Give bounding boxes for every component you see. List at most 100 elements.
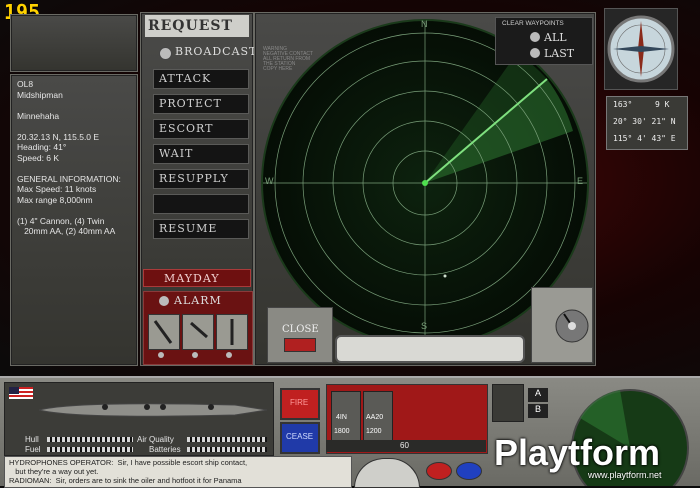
fire-label: FIRE	[290, 398, 309, 407]
compass-north: N	[421, 19, 428, 29]
request-button-escort[interactable]: ESCORT	[153, 119, 249, 139]
nav-readout: 163° 9 K 20° 30' 21" N 115° 4' 43" E	[606, 96, 688, 150]
fire-button[interactable]: FIRE	[280, 388, 320, 420]
message-log: HYDROPHONES OPERATOR: Sir, I have possib…	[4, 456, 352, 488]
alarm-slot-3[interactable]	[216, 314, 248, 350]
unit-info-line: Speed: 6 K	[17, 152, 60, 163]
red-knob-button[interactable]	[426, 462, 452, 480]
range-dial-icon	[555, 309, 589, 343]
log-line: but they're a way out yet.	[9, 467, 99, 476]
nav-speed: 9 K	[655, 100, 670, 109]
cease-button[interactable]: CEASE	[280, 422, 320, 454]
weapon-4in[interactable]: 4IN 1800	[331, 391, 361, 441]
fuel-label: Fuel	[25, 445, 41, 454]
unit-portrait-panel	[10, 14, 138, 72]
close-label: CLOSE	[282, 324, 319, 335]
lever-icon	[153, 320, 173, 344]
unit-info-line	[17, 163, 131, 174]
unit-info-line: Max range 8,000nm	[17, 194, 93, 205]
weapon-aa20[interactable]: AA20 1200	[363, 391, 393, 441]
batteries-gauge	[187, 447, 267, 452]
unit-info-line: Max Speed: 11 knots	[17, 184, 97, 194]
toggle-b-button[interactable]: B	[528, 404, 548, 418]
submarine-silhouette-icon	[38, 403, 268, 417]
compass-rose-icon	[607, 15, 675, 83]
nav-longitude: 115° 4' 43" E	[613, 134, 676, 143]
weapon-aa20-name: AA20	[366, 414, 384, 421]
usa-flag-icon	[9, 387, 33, 399]
broadcast-button[interactable]: BROADCAST	[159, 45, 256, 61]
close-panel: CLOSE	[267, 307, 333, 363]
weapon-4in-ammo: 1800	[334, 428, 350, 435]
lever-icon	[230, 319, 234, 345]
nav-latitude: 20° 30' 21" N	[613, 117, 676, 126]
weapon-4in-name: 4IN	[336, 414, 347, 421]
request-button-resume[interactable]: RESUME	[153, 219, 249, 239]
request-button-attack[interactable]: ATTACK	[153, 69, 249, 89]
unit-info-line: Heading: 41°	[17, 142, 67, 152]
nav-compass[interactable]	[604, 8, 678, 90]
player-ship-marker	[422, 180, 428, 186]
mayday-button[interactable]: MAYDAY	[143, 269, 251, 287]
unit-info-line: 20.32.13 N, 115.5.0 E	[17, 131, 100, 142]
air-quality-label: Air Quality	[137, 435, 174, 444]
broadcast-label: BROADCAST	[175, 45, 258, 58]
alarm-dot	[226, 352, 232, 358]
ammo-count: 60	[400, 441, 409, 450]
warning-text: WARNING NEGATIVE CONTACT ALL RETURN FROM TH…	[263, 47, 313, 72]
crew-icon-panel[interactable]	[492, 384, 524, 422]
alarm-dot	[192, 352, 198, 358]
lever-icon	[190, 321, 208, 339]
alarm-panel: ALARM	[143, 291, 253, 365]
batteries-label: Batteries	[149, 445, 181, 454]
unit-info-line: Midshipman	[17, 89, 63, 100]
close-button[interactable]	[284, 338, 316, 352]
unit-info-line: GENERAL INFORMATION:	[17, 173, 121, 184]
request-menu: REQUEST BROADCAST ATTACK PROTECT ESCORT WAI…	[140, 12, 256, 366]
unit-info-text: OL8 Midshipman Minnehaha 20.32.13 N, 115.5.…	[11, 75, 137, 241]
log-line: HYDROPHONES OPERATOR: Sir, I have possib…	[9, 458, 248, 467]
radio-icon	[159, 47, 172, 60]
clear-last-label: LAST	[544, 47, 575, 60]
log-lines: HYDROPHONES OPERATOR: Sir, I have possib…	[5, 457, 351, 486]
unit-info-line: 20mm AA, (2) 40mm AA	[17, 226, 116, 236]
request-button-protect[interactable]: PROTECT	[153, 94, 249, 114]
waypoints-box: CLEAR WAYPOINTS ALL LAST	[495, 17, 593, 65]
fuel-gauge	[47, 447, 133, 452]
alarm-slot-1[interactable]	[148, 314, 180, 350]
compass-south: S	[421, 321, 428, 331]
request-button-resupply[interactable]: RESUPPLY	[153, 169, 249, 189]
warning-line: COPY HERE	[263, 66, 293, 72]
request-button-empty[interactable]	[153, 194, 249, 214]
alarm-dot	[158, 352, 164, 358]
unit-info-line: OL8	[17, 79, 34, 89]
unit-info-line: Minnehaha	[17, 110, 60, 121]
compass-west: W	[265, 176, 274, 186]
clear-last-radio-icon[interactable]	[530, 48, 540, 58]
message-bar	[335, 335, 525, 363]
status-panel: Hull Fuel Air Quality Batteries	[4, 382, 274, 456]
request-title: REQUEST	[145, 15, 249, 37]
air-quality-gauge	[187, 437, 267, 442]
clear-all-label: ALL	[544, 31, 567, 44]
alarm-radio-icon[interactable]	[159, 296, 169, 306]
watermark-brand: Playtform	[494, 432, 661, 473]
alarm-slot-2[interactable]	[182, 314, 214, 350]
hull-label: Hull	[25, 435, 39, 444]
blue-knob-button[interactable]	[456, 462, 482, 480]
unit-info-panel: OL8 Midshipman Minnehaha 20.32.13 N, 115.5.…	[10, 74, 138, 366]
radar-frame: N S E W WARNING NEGATIVE CONTACT ALL RETUR…	[254, 12, 596, 366]
range-dial[interactable]	[531, 287, 593, 363]
toggle-a-button[interactable]: A	[528, 388, 548, 402]
unit-info-line	[17, 100, 131, 111]
request-button-wait[interactable]: WAIT	[153, 144, 249, 164]
clear-all-radio-icon[interactable]	[530, 32, 540, 42]
compass-east: E	[577, 176, 584, 186]
alarm-label: ALARM	[174, 294, 222, 307]
cease-label: CEASE	[286, 432, 314, 441]
nav-heading: 163°	[613, 100, 633, 109]
weapon-aa20-ammo: 1200	[366, 428, 382, 435]
unit-info-line: (1) 4" Cannon, (4) Twin	[17, 215, 105, 226]
watermark-url: www.playtform.net	[588, 470, 662, 480]
unit-info-line	[17, 121, 131, 132]
